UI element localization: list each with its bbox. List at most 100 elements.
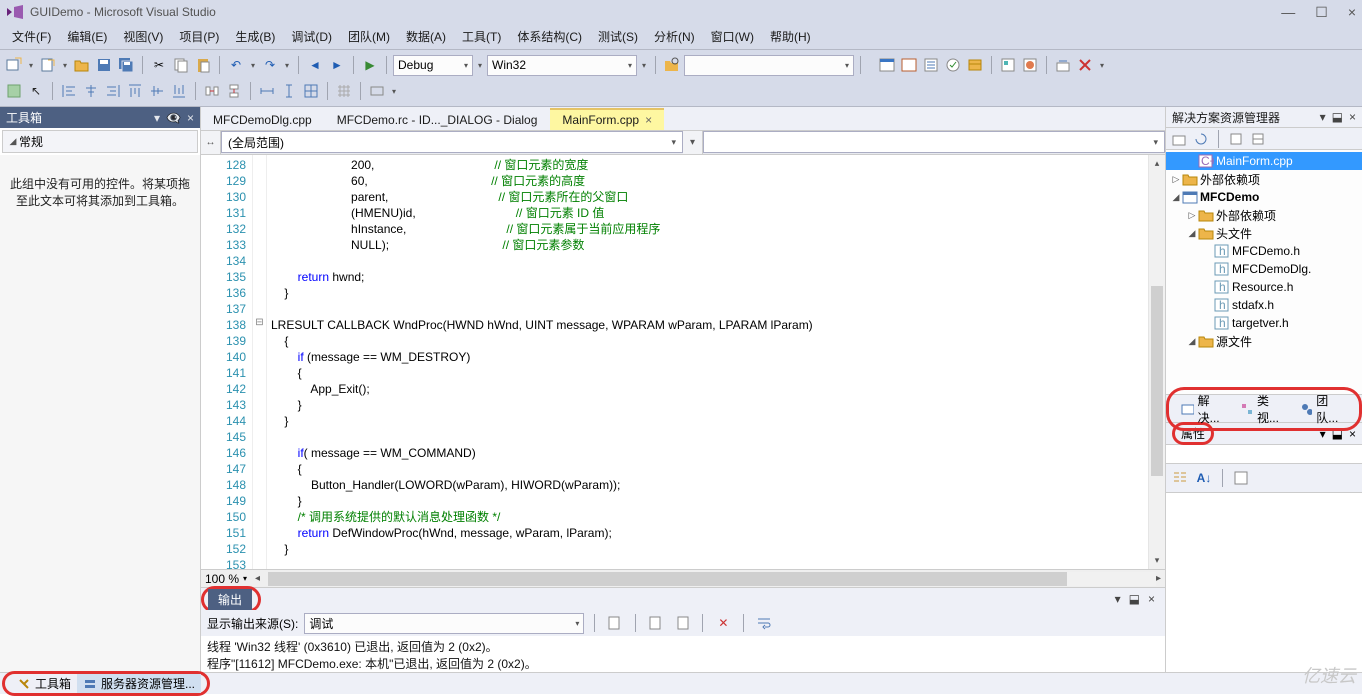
dd-icon[interactable]: ▾ <box>26 61 36 70</box>
refresh-icon[interactable] <box>1192 130 1210 148</box>
bottom-tab-server[interactable]: 服务器资源管理... <box>77 674 201 693</box>
tb-icon[interactable] <box>899 55 919 75</box>
tab-solution[interactable]: 解决... <box>1175 390 1234 428</box>
find-combo[interactable]: ▾ <box>684 55 854 76</box>
menu-test[interactable]: 测试(S) <box>590 26 646 47</box>
next-icon[interactable] <box>672 613 692 633</box>
tb-icon[interactable] <box>1053 55 1073 75</box>
clear-icon[interactable]: ✕ <box>713 613 733 633</box>
tree-node[interactable]: hstdafx.h <box>1166 296 1362 314</box>
tree-node[interactable]: ◢MFCDemo <box>1166 188 1362 206</box>
tab-mfcdemodlg[interactable]: MFCDemoDlg.cpp <box>201 109 324 130</box>
save-all-icon[interactable] <box>116 55 136 75</box>
menu-tools[interactable]: 工具(T) <box>454 26 509 47</box>
menu-build[interactable]: 生成(B) <box>227 26 283 47</box>
tb-icon[interactable] <box>921 55 941 75</box>
fold-gutter[interactable]: ⊟ <box>253 155 267 569</box>
redo-icon[interactable]: ↷ <box>260 55 280 75</box>
open-icon[interactable] <box>72 55 92 75</box>
output-body[interactable]: 线程 'Win32 线程' (0x3610) 已退出, 返回值为 2 (0x2)… <box>201 636 1165 672</box>
tree-node[interactable]: hMFCDemoDlg. <box>1166 260 1362 278</box>
tb-icon[interactable] <box>1075 55 1095 75</box>
dd-icon[interactable]: ▾ <box>1097 61 1107 70</box>
word-wrap-icon[interactable] <box>754 613 774 633</box>
properties-body[interactable] <box>1166 492 1362 672</box>
menu-arch[interactable]: 体系结构(C) <box>509 26 590 47</box>
pin-icon[interactable]: ⬓ <box>1129 592 1140 606</box>
dd-icon[interactable]: ▾ <box>639 61 649 70</box>
copy-icon[interactable] <box>171 55 191 75</box>
maximize-button[interactable]: ☐ <box>1315 4 1328 21</box>
scroll-left-icon[interactable]: ◂ <box>255 573 260 584</box>
dd-icon[interactable]: ▾ <box>248 61 258 70</box>
align-center-icon[interactable] <box>81 81 101 101</box>
props-icon[interactable] <box>1227 130 1245 148</box>
same-width-icon[interactable] <box>257 81 277 101</box>
dropdown-icon[interactable]: ▾ <box>154 111 160 125</box>
scroll-right-icon[interactable]: ▸ <box>1156 573 1161 584</box>
menu-file[interactable]: 文件(F) <box>4 26 59 47</box>
close-button[interactable]: × <box>1348 4 1356 21</box>
goto-icon[interactable] <box>605 613 625 633</box>
show-all-icon[interactable] <box>1249 130 1267 148</box>
solution-tree[interactable]: C++MainForm.cpp▷外部依赖项◢MFCDemo▷外部依赖项◢头文件h… <box>1166 150 1362 394</box>
align-top-icon[interactable] <box>125 81 145 101</box>
nav-back-icon[interactable]: ◄ <box>305 55 325 75</box>
menu-analyze[interactable]: 分析(N) <box>646 26 703 47</box>
spacing-h-icon[interactable] <box>202 81 222 101</box>
new-project-icon[interactable] <box>4 55 24 75</box>
menu-debug[interactable]: 调试(D) <box>283 26 340 47</box>
nav-fwd-icon[interactable]: ► <box>327 55 347 75</box>
dd-icon[interactable]: ▾ <box>683 131 703 154</box>
pin-icon[interactable]: 👁‍🗨 <box>166 111 181 125</box>
output-source-combo[interactable]: 调试▾ <box>304 613 584 634</box>
menu-data[interactable]: 数据(A) <box>398 26 454 47</box>
close-icon[interactable]: × <box>1148 592 1155 606</box>
member-combo[interactable]: ▾ <box>703 131 1165 153</box>
home-icon[interactable] <box>1170 130 1188 148</box>
tab-mainform[interactable]: MainForm.cpp× <box>550 108 664 130</box>
menu-team[interactable]: 团队(M) <box>340 26 398 47</box>
code-editor[interactable]: 1281291301311321331341351361371381391401… <box>201 155 1165 569</box>
align-bottom-icon[interactable] <box>169 81 189 101</box>
save-icon[interactable] <box>94 55 114 75</box>
find-in-files-icon[interactable] <box>662 55 682 75</box>
bottom-tab-toolbox[interactable]: 工具箱 <box>11 674 77 693</box>
tb-icon[interactable] <box>965 55 985 75</box>
paste-icon[interactable] <box>193 55 213 75</box>
spacing-v-icon[interactable] <box>224 81 244 101</box>
config-combo[interactable]: Debug▾ <box>393 55 473 76</box>
close-icon[interactable]: × <box>187 111 194 125</box>
undo-icon[interactable]: ↶ <box>226 55 246 75</box>
add-item-icon[interactable] <box>38 55 58 75</box>
output-title[interactable]: 输出 <box>208 589 252 610</box>
same-size-icon[interactable] <box>301 81 321 101</box>
tree-node[interactable]: ▷外部依赖项 <box>1166 206 1362 224</box>
alpha-sort-icon[interactable]: A↓ <box>1194 468 1214 488</box>
zoom-dd-icon[interactable]: ▾ <box>243 574 247 583</box>
tab-dialog[interactable]: MFCDemo.rc - ID..._DIALOG - Dialog <box>325 109 550 130</box>
tb-icon[interactable] <box>367 81 387 101</box>
tree-node[interactable]: htargetver.h <box>1166 314 1362 332</box>
tb-icon[interactable] <box>1020 55 1040 75</box>
same-height-icon[interactable] <box>279 81 299 101</box>
align-middle-icon[interactable] <box>147 81 167 101</box>
menu-project[interactable]: 项目(P) <box>171 26 227 47</box>
vertical-scrollbar[interactable]: ▴▾ <box>1148 155 1165 569</box>
pointer-icon[interactable]: ↖ <box>26 81 46 101</box>
menu-window[interactable]: 窗口(W) <box>703 26 762 47</box>
categorized-icon[interactable] <box>1170 468 1190 488</box>
tree-node[interactable]: ◢源文件 <box>1166 332 1362 350</box>
align-right-icon[interactable] <box>103 81 123 101</box>
nav-expand-icon[interactable]: ↔ <box>201 131 221 154</box>
properties-target[interactable] <box>1166 444 1362 464</box>
dd-icon[interactable]: ▾ <box>282 61 292 70</box>
tree-node[interactable]: C++MainForm.cpp <box>1166 152 1362 170</box>
tree-node[interactable]: hMFCDemo.h <box>1166 242 1362 260</box>
zoom-level[interactable]: 100 % <box>205 572 239 586</box>
align-left-icon[interactable] <box>59 81 79 101</box>
dd-icon[interactable]: ▾ <box>60 61 70 70</box>
close-tab-icon[interactable]: × <box>645 113 652 127</box>
minimize-button[interactable]: — <box>1281 4 1295 21</box>
menu-edit[interactable]: 编辑(E) <box>59 26 115 47</box>
